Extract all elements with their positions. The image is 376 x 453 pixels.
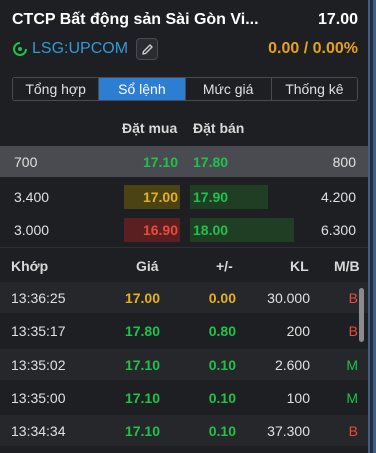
order-book-row[interactable]: 700 17.10 17.80 800 (0, 146, 368, 177)
col-header-time: Khớp (11, 258, 49, 274)
trade-side: B (348, 423, 358, 439)
trade-row[interactable]: 13:34:34 17.10 0.10 37.300 B (0, 415, 368, 446)
tab-bar: Tổng hợp Sổ lệnh Mức giá Thống kê (12, 77, 358, 101)
col-header-price: Giá (136, 258, 159, 274)
trade-volume: 2.600 (274, 357, 310, 373)
ask-price: 17.90 (193, 189, 229, 205)
ask-price: 18.00 (193, 222, 229, 238)
tab-statistics[interactable]: Thống kê (271, 78, 357, 100)
trade-price: 17.10 (124, 390, 160, 406)
pencil-icon (141, 43, 153, 55)
trades-scrollbar[interactable] (359, 288, 364, 342)
tab-price-levels[interactable]: Mức giá (185, 78, 272, 100)
section-divider (0, 247, 368, 248)
window-edge (368, 0, 376, 453)
trade-time: 13:35:00 (11, 390, 66, 406)
trade-change: 0.80 (208, 323, 236, 339)
bid-volume: 3.000 (14, 222, 50, 238)
header-row: CTCP Bất động sản Sài Gòn Vi... 17.00 (12, 10, 358, 30)
col-header-change: +/- (216, 258, 233, 274)
company-name: CTCP Bất động sản Sài Gòn Vi... (12, 11, 259, 28)
trade-change: 0.10 (208, 423, 236, 439)
trade-time: 13:35:17 (11, 323, 66, 339)
bid-header: Đặt mua (122, 120, 178, 136)
trade-row[interactable]: 13:35:02 17.10 0.10 2.600 M (0, 349, 368, 380)
stock-detail-panel: CTCP Bất động sản Sài Gòn Vi... 17.00 LS… (0, 0, 368, 453)
tab-order-book[interactable]: Sổ lệnh (99, 78, 186, 100)
edit-button[interactable] (136, 38, 159, 60)
tab-summary[interactable]: Tổng hợp (13, 78, 100, 100)
trade-price: 17.10 (124, 423, 160, 439)
trade-volume: 37.300 (267, 423, 310, 439)
trade-row[interactable]: 13:36:25 17.00 0.00 30.000 B (0, 282, 368, 313)
refresh-circle-icon (13, 42, 27, 56)
trade-row[interactable]: 13:35:00 17.10 0.10 100 M (0, 382, 368, 413)
trade-side: B (348, 290, 358, 306)
col-header-side: M/B (334, 258, 360, 274)
trade-change: 0.10 (208, 357, 236, 373)
trade-side: B (348, 323, 358, 339)
ask-volume: 800 (332, 154, 356, 170)
trade-time: 13:36:25 (11, 290, 66, 306)
trade-volume: 100 (286, 390, 310, 406)
trade-price: 17.10 (124, 357, 160, 373)
trade-time: 13:34:34 (11, 423, 66, 439)
symbol-link[interactable]: LSG:UPCOM (32, 40, 128, 58)
trade-volume: 200 (286, 323, 310, 339)
bid-price: 17.00 (142, 189, 178, 205)
ask-volume: 6.300 (320, 222, 356, 238)
trade-row[interactable]: 13:35:17 17.80 0.80 200 B (0, 315, 368, 346)
ask-header: Đặt bán (193, 120, 245, 136)
bid-volume: 3.400 (14, 189, 50, 205)
trade-change: 0.10 (208, 390, 236, 406)
trade-side: M (346, 357, 358, 373)
edge-strip (370, 0, 373, 453)
trade-price: 17.00 (124, 290, 160, 306)
order-book-row[interactable]: 3.000 16.90 18.00 6.300 (0, 214, 368, 245)
trade-price: 17.80 (124, 323, 160, 339)
symbol-row: LSG:UPCOM 0.00 / 0.00% (12, 38, 358, 60)
trade-time: 13:35:02 (11, 357, 66, 373)
bid-price: 16.90 (142, 222, 178, 238)
bid-volume: 700 (14, 154, 38, 170)
order-book-row[interactable]: 3.400 17.00 17.90 4.200 (0, 181, 368, 212)
trade-change: 0.00 (208, 290, 236, 306)
col-header-volume: KL (290, 258, 309, 274)
ask-volume: 4.200 (320, 189, 356, 205)
symbol-group: LSG:UPCOM (12, 38, 159, 60)
price-change: 0.00 / 0.00% (268, 40, 358, 57)
trade-side: M (346, 390, 358, 406)
ask-price: 17.80 (193, 154, 229, 170)
current-price: 17.00 (317, 11, 358, 28)
bid-price: 17.10 (142, 154, 178, 170)
trade-volume: 30.000 (267, 290, 310, 306)
